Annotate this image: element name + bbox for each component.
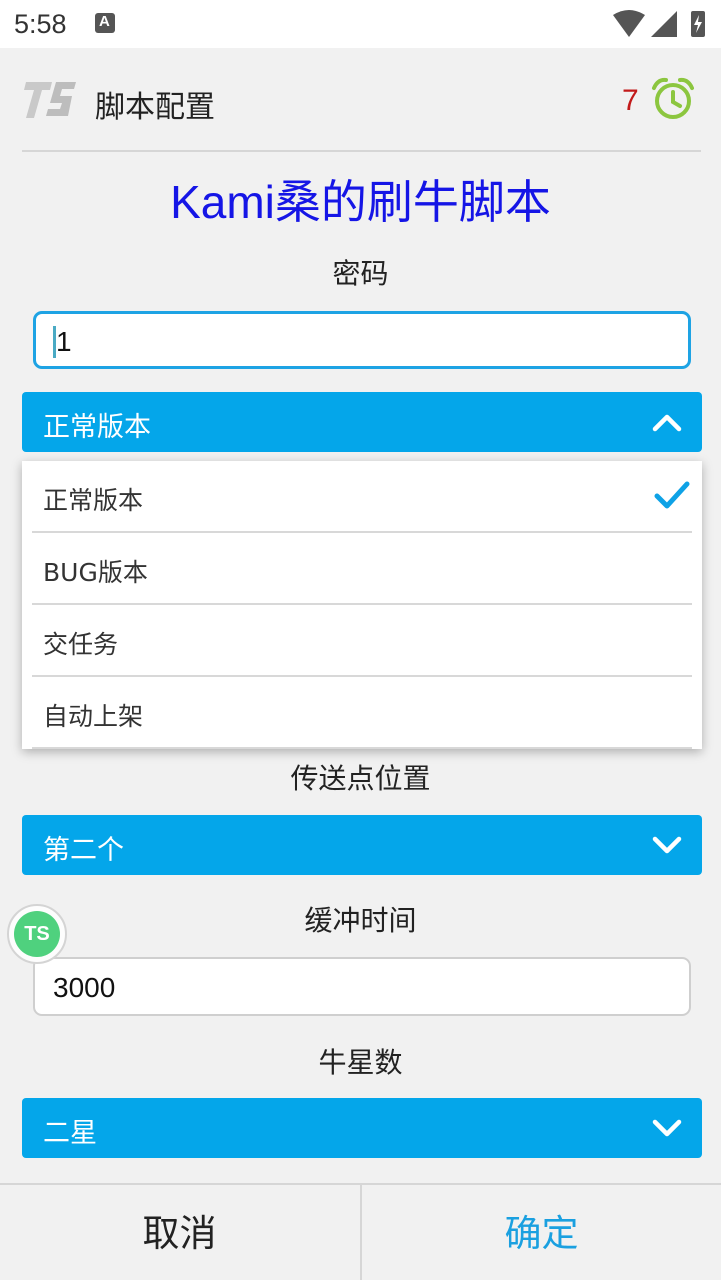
countdown-value: 7 <box>622 84 639 117</box>
notification-icon-letter: A <box>99 13 110 30</box>
menu-item-label: BUG版本 <box>43 558 148 587</box>
status-icons <box>613 10 705 37</box>
header: 脚本配置 7 <box>0 48 721 152</box>
password-value: 1 <box>56 326 72 357</box>
floating-ts-button[interactable]: TS <box>7 904 67 964</box>
buffer-label: 缓冲时间 <box>304 904 417 937</box>
cancel-button[interactable]: 取消 <box>0 1185 359 1280</box>
chevron-down-icon <box>652 836 682 854</box>
floating-ts-label: TS <box>14 911 60 957</box>
teleport-dropdown[interactable]: 第二个 <box>22 815 702 875</box>
teleport-label: 传送点位置 <box>290 762 431 795</box>
menu-item-normal[interactable]: 正常版本 <box>32 461 692 533</box>
alarm-clock-icon[interactable] <box>650 76 696 122</box>
menu-item-label: 交任务 <box>43 630 119 659</box>
menu-item-label: 正常版本 <box>43 486 144 515</box>
mode-dropdown-menu: 正常版本 BUG版本 交任务 自动上架 <box>22 461 702 749</box>
stars-dropdown-selected: 二星 <box>43 1118 97 1149</box>
stars-label: 牛星数 <box>318 1046 403 1079</box>
chevron-up-icon <box>652 414 682 432</box>
status-bar: 5:58 A <box>0 0 721 48</box>
notification-icon: A <box>95 13 115 33</box>
mode-dropdown[interactable]: 正常版本 <box>22 392 702 452</box>
check-icon <box>654 481 690 509</box>
menu-item-bug[interactable]: BUG版本 <box>32 533 692 605</box>
status-time: 5:58 <box>14 9 67 39</box>
ts-logo <box>24 82 76 118</box>
bottom-action-bar: 取消 确定 <box>0 1183 721 1280</box>
password-label: 密码 <box>332 257 389 290</box>
menu-item-auto-list[interactable]: 自动上架 <box>32 677 692 749</box>
password-input[interactable]: 1 <box>33 311 691 369</box>
page-title: 脚本配置 <box>95 90 215 125</box>
signal-icon <box>651 11 677 37</box>
stars-dropdown[interactable]: 二星 <box>22 1098 702 1158</box>
screen: 5:58 A 脚本配置 7 Kami桑的刷牛脚本 密码 1 正常版本 正常版本 … <box>0 0 721 1280</box>
chevron-down-icon <box>652 1119 682 1137</box>
teleport-dropdown-selected: 第二个 <box>43 835 124 866</box>
buffer-input[interactable]: 3000 <box>33 957 691 1016</box>
menu-item-task[interactable]: 交任务 <box>32 605 692 677</box>
mode-dropdown-selected: 正常版本 <box>43 412 151 443</box>
menu-item-label: 自动上架 <box>43 702 144 731</box>
wifi-icon <box>613 10 645 37</box>
confirm-button[interactable]: 确定 <box>362 1185 721 1280</box>
header-divider <box>22 150 701 152</box>
script-title: Kami桑的刷牛脚本 <box>170 176 551 228</box>
buffer-value: 3000 <box>53 972 116 1003</box>
